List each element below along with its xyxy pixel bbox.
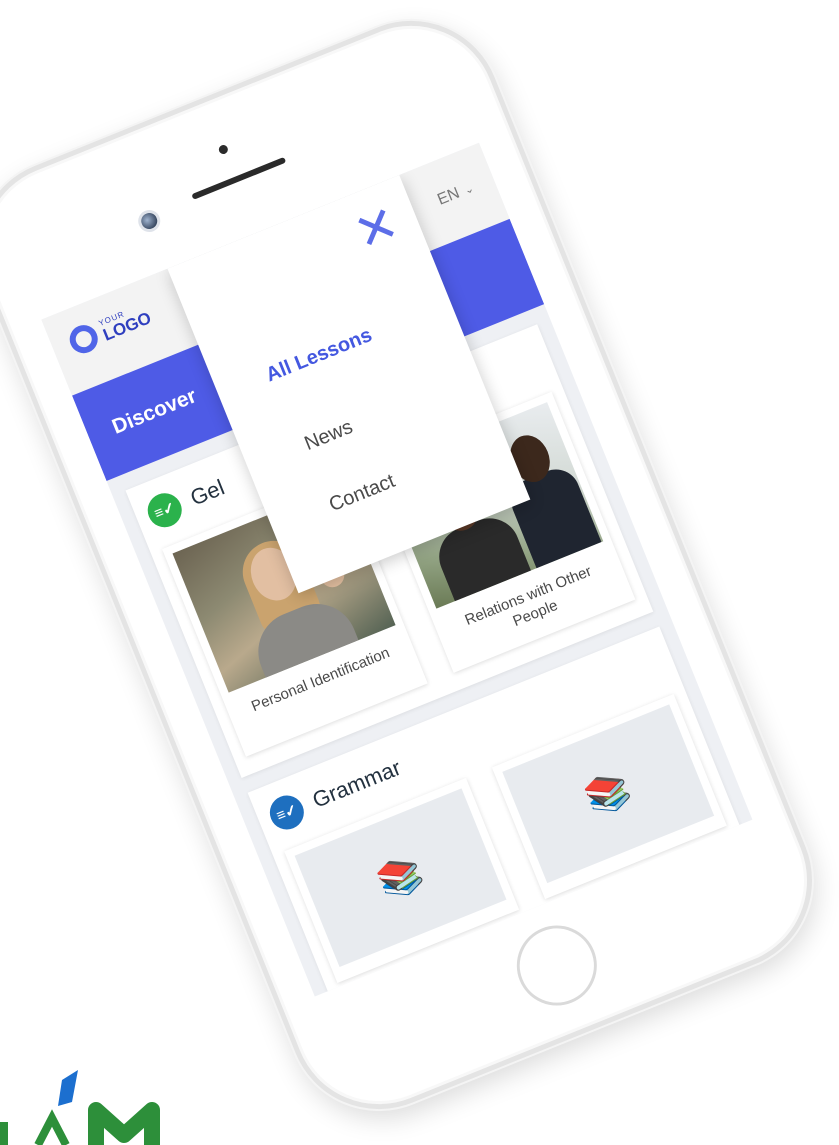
phone-mockup: YOUR LOGO EN⌄ Discover ≡✓ Gel Personal I… — [0, 0, 839, 1137]
book-stack-icon: 📚 — [294, 787, 507, 967]
menu-item-contact[interactable]: Contact — [326, 470, 399, 517]
home-button[interactable] — [504, 913, 609, 1018]
checklist-icon: ≡✓ — [264, 789, 309, 835]
checklist-icon: ≡✓ — [142, 488, 187, 533]
app-logo[interactable]: YOUR LOGO — [65, 300, 154, 358]
logo-text: YOUR LOGO — [97, 301, 154, 344]
speaker-grille — [191, 156, 287, 200]
book-stack-icon: 📚 — [502, 703, 714, 883]
language-value: EN — [435, 184, 463, 209]
section-title: Grammar — [308, 754, 405, 813]
close-icon[interactable]: ✕ — [346, 194, 407, 263]
menu-item-news[interactable]: News — [301, 416, 356, 456]
app-screen: YOUR LOGO EN⌄ Discover ≡✓ Gel Personal I… — [41, 142, 753, 997]
sensor-dot — [217, 143, 230, 156]
logo-ring-icon — [65, 320, 102, 358]
camera-icon — [134, 206, 164, 236]
menu-item-all-lessons[interactable]: All Lessons — [263, 324, 376, 387]
chevron-down-icon: ⌄ — [462, 182, 476, 198]
hero-title: Discover — [108, 384, 200, 439]
section-title: Gel — [186, 474, 228, 511]
brand-logo — [0, 1070, 160, 1145]
language-selector[interactable]: EN⌄ — [435, 179, 476, 210]
